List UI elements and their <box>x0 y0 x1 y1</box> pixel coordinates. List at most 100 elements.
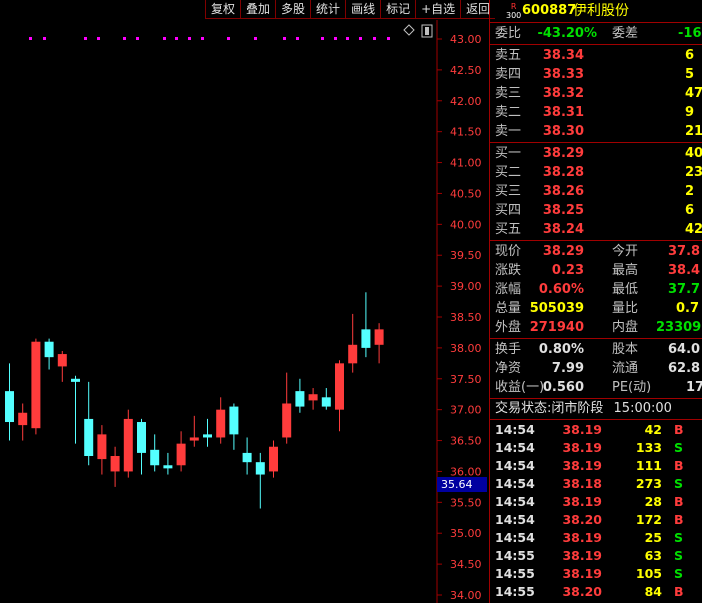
statistics-button[interactable]: 统计 <box>310 0 346 19</box>
tick-row[interactable]: 14:54 38.19 42 B <box>490 421 702 439</box>
candle[interactable] <box>176 431 186 472</box>
stock-code: 600887 <box>522 3 577 18</box>
quote-row: 涨幅 0.60% 最低 37.7 <box>495 282 701 297</box>
candle-body <box>203 434 212 438</box>
candle[interactable] <box>189 415 199 447</box>
bid-row[interactable]: 买三 38.26 2 <box>490 182 702 201</box>
tick-price: 38.20 <box>562 584 602 599</box>
candle-body <box>321 397 331 407</box>
candle[interactable] <box>335 360 344 432</box>
order-diff-value: -164 <box>678 26 702 41</box>
draw-line-button[interactable]: 画线 <box>345 0 381 19</box>
tick-list[interactable]: 14:54 38.19 42 B 14:54 38.19 133 S 14:54 38.19 111… <box>490 420 702 601</box>
candle[interactable] <box>123 409 133 478</box>
multi-stock-button[interactable]: 多股 <box>275 0 311 19</box>
tick-row[interactable]: 14:54 38.19 111 B <box>490 457 702 475</box>
candles <box>5 292 384 509</box>
tick-side: S <box>674 566 684 581</box>
candle[interactable] <box>255 452 265 509</box>
kline-chart[interactable]: 43.00 42.50 42.00 41.50 41.00 40.50 40.00 39.50… <box>0 20 488 603</box>
ask-row[interactable]: 卖一38.30211 <box>490 122 702 141</box>
signal-dot <box>373 37 376 40</box>
candle[interactable] <box>163 452 173 475</box>
candle[interactable] <box>150 434 160 472</box>
candle[interactable] <box>137 418 146 475</box>
price-tick-label: 38.00 <box>450 342 482 355</box>
tick-side: B <box>674 584 684 599</box>
bid-row[interactable]: 买二 38.28 23 <box>490 163 702 182</box>
candle[interactable] <box>295 378 305 413</box>
candle[interactable] <box>242 437 252 475</box>
add-watchlist-button[interactable]: +自选 <box>415 0 461 19</box>
ask-row[interactable]: 卖五 38.34 6 <box>490 46 702 65</box>
candle[interactable] <box>44 338 54 370</box>
tick-row[interactable]: 14:54 38.20 172 B <box>490 511 702 529</box>
signal-dot <box>346 37 349 40</box>
tick-row[interactable]: 14:54 38.18 273 S <box>490 475 702 493</box>
candle[interactable] <box>110 446 120 487</box>
price-tick-label: 38.50 <box>450 311 482 324</box>
signal-dot <box>254 37 257 40</box>
tick-side: B <box>674 458 684 473</box>
tick-price: 38.19 <box>562 458 602 473</box>
price-tick-label: 39.00 <box>450 280 482 293</box>
ask-row[interactable]: 卖三 38.32 47 <box>490 84 702 103</box>
candle[interactable] <box>321 388 331 410</box>
candle[interactable] <box>374 323 384 364</box>
tick-side: S <box>674 530 684 545</box>
tick-row[interactable]: 14:54 38.19 28 B <box>490 493 702 511</box>
tick-time: 14:54 <box>495 476 535 491</box>
price-tick-label: 35.00 <box>450 527 482 540</box>
bid-row[interactable]: 买一 38.29 40 <box>490 144 702 163</box>
candle[interactable] <box>216 397 226 444</box>
candle[interactable] <box>5 363 14 441</box>
tick-volume: 105 <box>635 566 662 581</box>
price-tick-label: 41.50 <box>450 126 482 139</box>
bid-row[interactable]: 买五 38.24 42 <box>490 220 702 239</box>
price-tick-label: 35.50 <box>450 496 482 509</box>
ask-row[interactable]: 卖二 38.31 9 <box>490 103 702 122</box>
candle[interactable] <box>97 425 107 475</box>
tick-row[interactable]: 14:55 38.19 105 S <box>490 565 702 583</box>
bid-row[interactable]: 买四 38.25 6 <box>490 201 702 220</box>
candle[interactable] <box>308 388 318 410</box>
adjust-button[interactable]: 复权 <box>205 0 241 19</box>
candle[interactable] <box>229 403 239 450</box>
tick-volume: 63 <box>644 548 662 563</box>
price-tick-label: 43.00 <box>450 33 482 46</box>
candle[interactable] <box>282 372 292 444</box>
order-ratio-row: 委比 -43.20% 委差 -164 <box>490 23 702 45</box>
tick-row[interactable]: 14:55 38.19 63 S <box>490 547 702 565</box>
diamond-icon[interactable] <box>403 24 415 36</box>
tick-row[interactable]: 14:54 38.19 133 S <box>490 439 702 457</box>
mark-button[interactable]: 标记 <box>380 0 416 19</box>
candle[interactable] <box>31 338 41 435</box>
candle[interactable] <box>84 381 94 466</box>
candle[interactable] <box>57 350 67 382</box>
tick-price: 38.19 <box>562 548 602 563</box>
price-tick-label: 40.50 <box>450 187 482 200</box>
quote-row: 涨跌 0.23 最高 38.4 <box>495 263 701 278</box>
tick-row[interactable]: 14:54 38.19 25 S <box>490 529 702 547</box>
scrollbar-handle[interactable] <box>421 24 433 38</box>
overlay-button[interactable]: 叠加 <box>240 0 276 19</box>
tick-price: 38.19 <box>562 422 602 437</box>
candle-body <box>123 418 133 472</box>
tick-volume: 25 <box>644 530 662 545</box>
signal-dot <box>97 37 100 40</box>
candle[interactable] <box>18 403 28 441</box>
candle[interactable] <box>361 292 371 358</box>
candle[interactable] <box>348 313 358 373</box>
tick-row[interactable]: 14:55 38.20 84 B <box>490 583 702 601</box>
signal-dot <box>84 37 87 40</box>
candle[interactable] <box>269 440 278 478</box>
candle[interactable] <box>71 375 80 444</box>
tick-volume: 172 <box>635 512 662 527</box>
ask-row[interactable]: 卖四 38.33 5 <box>490 65 702 84</box>
candle[interactable] <box>203 418 212 447</box>
signal-dot <box>29 37 32 40</box>
tick-price: 38.19 <box>562 530 602 545</box>
price-tick-label: 40.00 <box>450 218 482 231</box>
tick-side: S <box>674 440 684 455</box>
candle-body <box>176 443 186 466</box>
